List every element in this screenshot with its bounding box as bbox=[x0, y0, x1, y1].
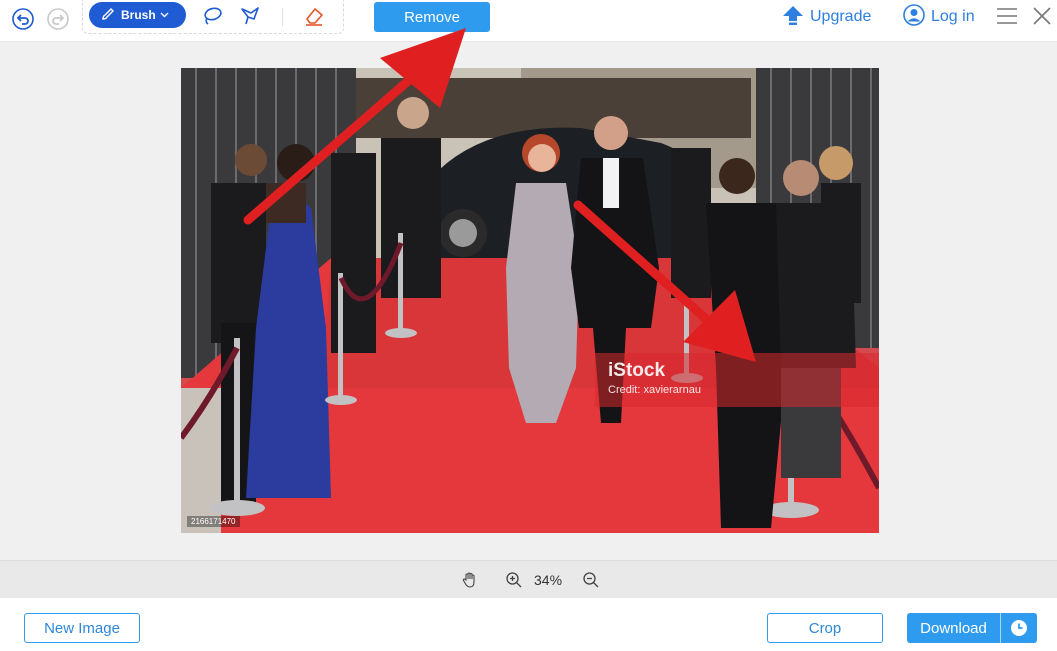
new-image-button[interactable]: New Image bbox=[24, 613, 140, 643]
eraser-icon[interactable] bbox=[302, 4, 326, 28]
polygon-lasso-icon[interactable] bbox=[238, 4, 262, 28]
chevron-down-icon bbox=[160, 8, 169, 22]
upgrade-button[interactable]: Upgrade bbox=[782, 4, 871, 30]
close-icon[interactable] bbox=[1031, 5, 1053, 27]
upgrade-arrow-icon bbox=[782, 4, 804, 31]
lasso-icon[interactable] bbox=[200, 4, 224, 28]
top-toolbar: Brush Remove Upgrade Log in bbox=[0, 0, 1057, 42]
watermark-credit: Credit: xavierarnau bbox=[608, 384, 701, 396]
hamburger-menu-icon[interactable] bbox=[995, 5, 1019, 27]
brush-icon bbox=[101, 7, 115, 24]
photo-illustration bbox=[181, 68, 879, 533]
remove-button[interactable]: Remove bbox=[374, 2, 490, 32]
zoom-in-icon[interactable] bbox=[504, 570, 524, 590]
crop-button[interactable]: Crop bbox=[767, 613, 883, 643]
editor-canvas[interactable]: iStock Credit: xavierarnau 2166171470 bbox=[0, 42, 1057, 560]
upgrade-label: Upgrade bbox=[810, 8, 872, 25]
login-label: Log in bbox=[931, 8, 975, 25]
redo-icon[interactable] bbox=[47, 8, 69, 30]
toolbar-divider bbox=[282, 8, 283, 26]
selection-tools-group: Brush bbox=[82, 0, 344, 34]
brush-label: Brush bbox=[121, 8, 156, 22]
login-button[interactable]: Log in bbox=[903, 3, 975, 31]
brush-tool-button[interactable]: Brush bbox=[89, 2, 186, 28]
red-carpet-photo[interactable]: iStock Credit: xavierarnau 2166171470 bbox=[181, 68, 879, 533]
stock-id-label: 2166171470 bbox=[187, 516, 240, 527]
user-avatar-icon bbox=[903, 3, 925, 31]
bottom-action-bar: New Image Crop Download bbox=[0, 598, 1057, 651]
download-label: Download bbox=[920, 619, 987, 637]
undo-icon[interactable] bbox=[12, 8, 34, 30]
clock-icon[interactable] bbox=[1001, 613, 1037, 643]
zoom-bar: 34% bbox=[0, 560, 1057, 598]
zoom-out-icon[interactable] bbox=[581, 570, 601, 590]
download-button[interactable]: Download bbox=[907, 613, 1037, 643]
hand-pan-icon[interactable] bbox=[460, 570, 480, 590]
watermark-brand: iStock bbox=[608, 360, 666, 381]
zoom-level: 34% bbox=[534, 572, 563, 588]
